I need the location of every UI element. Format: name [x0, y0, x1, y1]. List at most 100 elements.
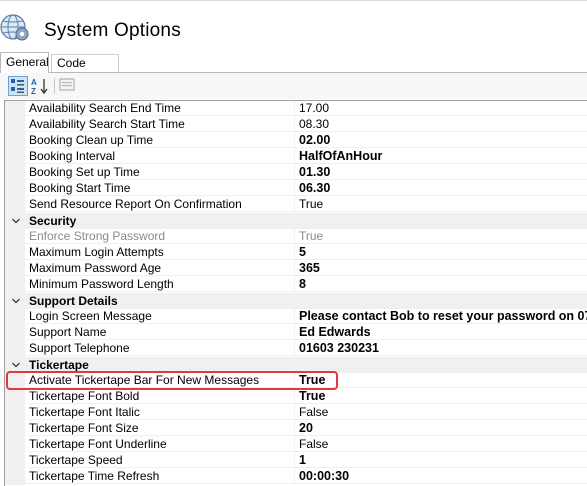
property-row[interactable]: Tickertape Font Size 20: [5, 421, 587, 437]
property-value[interactable]: 02.00: [295, 133, 587, 148]
category-label: Support Details: [29, 294, 118, 308]
tab-general[interactable]: General: [0, 52, 49, 73]
property-name[interactable]: Tickertape Font Italic: [25, 405, 295, 420]
property-row[interactable]: Send Resource Report On Confirmation True: [5, 197, 587, 213]
property-value[interactable]: 08.30: [295, 117, 587, 132]
property-row[interactable]: Enforce Strong Password True: [5, 229, 587, 245]
row-gutter: [5, 421, 25, 437]
property-row[interactable]: Tickertape Font Bold True: [5, 389, 587, 405]
row-gutter: [5, 261, 25, 277]
property-name[interactable]: Booking Start Time: [25, 181, 295, 196]
property-value[interactable]: Please contact Bob to reset your passwor…: [295, 309, 587, 324]
row-gutter: [5, 181, 25, 197]
property-name[interactable]: Booking Clean up Time: [25, 133, 295, 148]
property-row[interactable]: Booking Interval HalfOfAnHour: [5, 149, 587, 165]
property-pages-icon: [59, 78, 75, 91]
property-row[interactable]: Booking Set up Time 01.30: [5, 165, 587, 181]
property-row[interactable]: Minimum Password Length 8: [5, 277, 587, 293]
row-gutter: [5, 469, 25, 485]
property-name[interactable]: Support Telephone: [25, 341, 295, 356]
tab-bar: General Code Format: [0, 52, 587, 86]
property-row[interactable]: Login Screen Message Please contact Bob t…: [5, 309, 587, 325]
property-row[interactable]: Tickertape Font Italic False: [5, 405, 587, 421]
row-gutter: [5, 149, 25, 165]
row-gutter: [5, 245, 25, 261]
alphabetical-sort-button[interactable]: A Z: [30, 76, 50, 96]
toolbar-separator: [54, 78, 55, 94]
property-value[interactable]: True: [295, 229, 587, 244]
property-value[interactable]: 8: [295, 277, 587, 292]
row-gutter: [5, 117, 25, 133]
property-name[interactable]: Login Screen Message: [25, 309, 295, 324]
tab-code-format[interactable]: Code Format: [51, 54, 119, 86]
property-row[interactable]: Maximum Login Attempts 5: [5, 245, 587, 261]
property-value[interactable]: Ed Edwards: [295, 325, 587, 340]
row-gutter: [5, 133, 25, 149]
property-name[interactable]: Availability Search End Time: [25, 101, 295, 116]
property-value[interactable]: 06.30: [295, 181, 587, 196]
row-gutter: [5, 325, 25, 341]
property-name[interactable]: Support Name: [25, 325, 295, 340]
categorized-view-icon: [11, 79, 24, 93]
svg-text:A: A: [31, 78, 37, 87]
property-value[interactable]: 5: [295, 245, 587, 260]
property-name[interactable]: Tickertape Speed: [25, 453, 295, 468]
property-row[interactable]: Tickertape Font Underline False: [5, 437, 587, 453]
property-value[interactable]: 17.00: [295, 101, 587, 116]
property-value[interactable]: False: [295, 437, 587, 452]
property-row[interactable]: Availability Search Start Time 08.30: [5, 117, 587, 133]
property-name[interactable]: Maximum Login Attempts: [25, 245, 295, 260]
property-value[interactable]: False: [295, 405, 587, 420]
property-name[interactable]: Tickertape Time Refresh: [25, 469, 295, 484]
property-name[interactable]: Booking Interval: [25, 149, 295, 164]
property-value[interactable]: 1: [295, 453, 587, 468]
property-row[interactable]: Booking Clean up Time 02.00: [5, 133, 587, 149]
row-gutter: [5, 229, 25, 245]
property-value[interactable]: HalfOfAnHour: [295, 149, 587, 164]
property-value[interactable]: True: [295, 389, 587, 404]
row-gutter: [5, 165, 25, 181]
chevron-down-icon[interactable]: [11, 296, 21, 306]
property-name[interactable]: Maximum Password Age: [25, 261, 295, 276]
alphabetical-sort-icon: A Z: [31, 78, 48, 96]
property-row[interactable]: Availability Search End Time 17.00: [5, 101, 587, 117]
property-value[interactable]: 01.30: [295, 165, 587, 180]
row-gutter: [5, 453, 25, 469]
property-value[interactable]: 365: [295, 261, 587, 276]
property-name[interactable]: Availability Search Start Time: [25, 117, 295, 132]
row-gutter: [5, 437, 25, 453]
property-name[interactable]: Tickertape Font Bold: [25, 389, 295, 404]
property-name[interactable]: Booking Set up Time: [25, 165, 295, 180]
property-row[interactable]: Tickertape Speed 1: [5, 453, 587, 469]
property-name[interactable]: Tickertape Font Size: [25, 421, 295, 436]
chevron-down-icon[interactable]: [11, 216, 21, 226]
row-gutter: [5, 101, 25, 117]
category-row[interactable]: Support Details: [5, 293, 587, 309]
property-name[interactable]: Send Resource Report On Confirmation: [25, 197, 295, 212]
row-gutter: [5, 277, 25, 293]
row-gutter: [5, 389, 25, 405]
chevron-down-icon[interactable]: [11, 360, 21, 370]
row-gutter: [5, 341, 25, 357]
property-grid: Availability Search End Time 17.00 Availab…: [4, 100, 587, 486]
row-gutter: [5, 405, 25, 421]
property-row[interactable]: Support Telephone 01603 230231: [5, 341, 587, 357]
property-name[interactable]: Minimum Password Length: [25, 277, 295, 292]
property-value[interactable]: 20: [295, 421, 587, 436]
row-gutter: [5, 197, 25, 213]
property-pages-button[interactable]: [58, 76, 78, 96]
property-value[interactable]: True: [295, 197, 587, 212]
property-row[interactable]: Tickertape Time Refresh 00:00:30: [5, 469, 587, 485]
property-name[interactable]: Enforce Strong Password: [25, 229, 295, 244]
property-row[interactable]: Maximum Password Age 365: [5, 261, 587, 277]
categorized-view-button[interactable]: [8, 76, 28, 96]
property-row[interactable]: Booking Start Time 06.30: [5, 181, 587, 197]
property-value[interactable]: 00:00:30: [295, 469, 587, 484]
property-row[interactable]: Support Name Ed Edwards: [5, 325, 587, 341]
page-title: System Options: [44, 20, 181, 41]
property-value[interactable]: True: [295, 373, 587, 388]
property-grid-toolbar: A Z: [0, 73, 587, 99]
property-value[interactable]: 01603 230231: [295, 341, 587, 356]
category-row[interactable]: Security: [5, 213, 587, 229]
property-name[interactable]: Tickertape Font Underline: [25, 437, 295, 452]
